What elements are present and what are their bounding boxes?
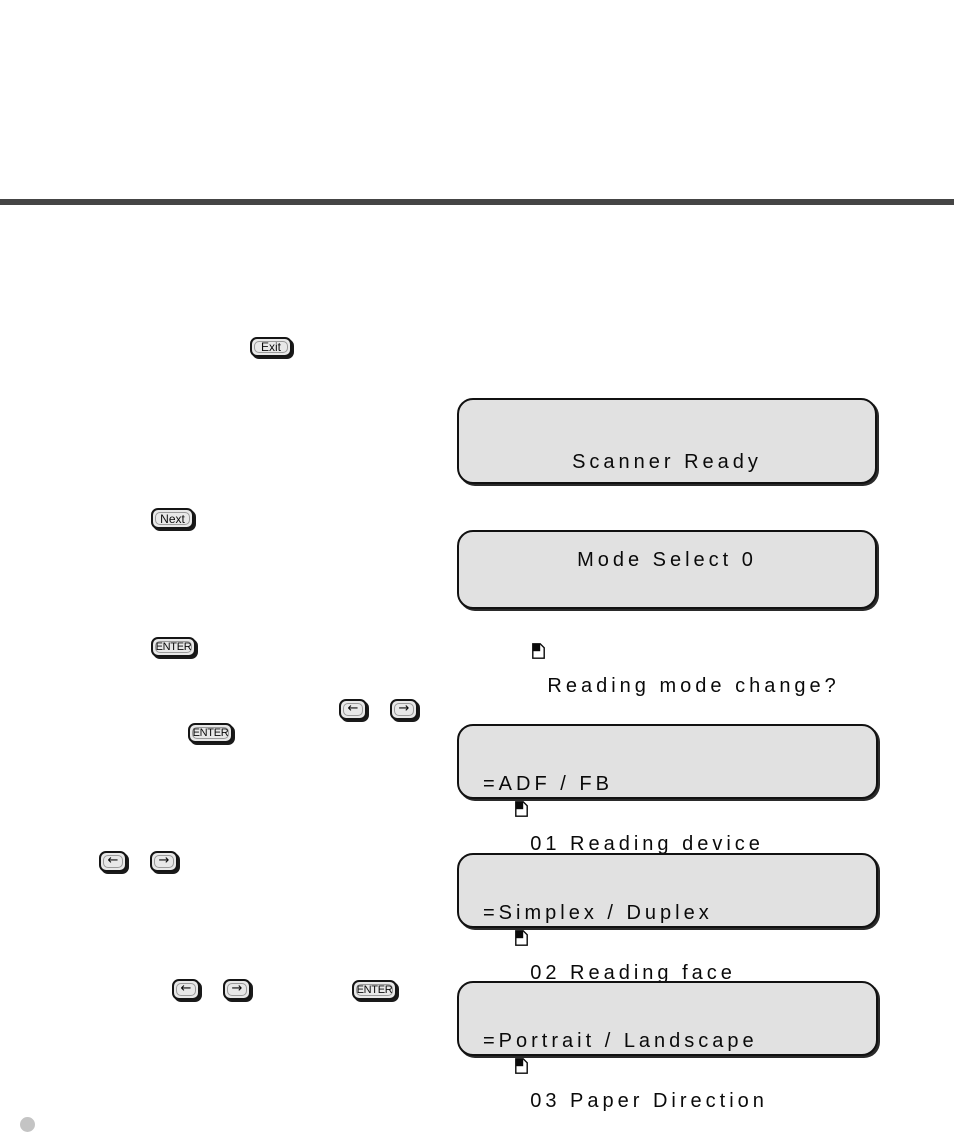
lcd-line-2: =Portrait / Landscape xyxy=(483,1030,758,1052)
lcd-panel-02-reading-face: 02 Reading face =Simplex / Duplex xyxy=(457,853,878,983)
lcd-line-1-text: 03 Paper Direction xyxy=(530,1090,768,1112)
lcd-line-1: 03 Paper Direction xyxy=(459,998,876,1131)
exit-key[interactable]: Exit xyxy=(250,337,292,357)
enter-key-label: ENTER xyxy=(192,726,229,739)
lcd-line-2: =Simplex / Duplex xyxy=(483,902,713,924)
lcd-line-1: Scanner Ready xyxy=(572,451,762,473)
lcd-line-2: Reading mode change? xyxy=(459,583,875,716)
arrow-left-icon: ← xyxy=(107,853,119,868)
lcd-line-2: =ADF / FB xyxy=(483,773,613,795)
enter-key[interactable]: ENTER xyxy=(188,723,233,743)
enter-key[interactable]: ENTER xyxy=(151,637,196,657)
arrow-left-key[interactable]: ← xyxy=(339,699,367,720)
document-page-icon xyxy=(532,603,546,659)
enter-key-label: ENTER xyxy=(356,983,393,996)
lcd-line-1-text: 01 Reading device xyxy=(530,833,764,855)
arrow-right-key[interactable]: → xyxy=(223,979,251,1000)
lcd-panel-01-reading-device: 01 Reading device =ADF / FB xyxy=(457,724,878,854)
exit-key-label: Exit xyxy=(260,340,281,354)
enter-key-label: ENTER xyxy=(155,640,192,653)
lcd-panel-mode-select: Mode Select 0 Reading mode change? xyxy=(457,530,877,696)
next-key[interactable]: Next xyxy=(151,508,194,529)
arrow-left-key[interactable]: ← xyxy=(99,851,127,872)
arrow-right-icon: → xyxy=(231,981,243,996)
arrow-left-key[interactable]: ← xyxy=(172,979,200,1000)
lcd-line-1: Mode Select 0 xyxy=(577,549,757,571)
lcd-line-2-text: Reading mode change? xyxy=(547,675,840,697)
next-key-label: Next xyxy=(160,511,185,526)
section-divider-rule xyxy=(0,199,954,205)
page-marker-dot xyxy=(20,1117,35,1132)
arrow-left-icon: ← xyxy=(180,981,192,996)
arrow-left-icon: ← xyxy=(347,701,359,716)
arrow-right-icon: → xyxy=(398,701,410,716)
lcd-panel-scanner-ready: Scanner Ready xyxy=(457,398,877,484)
arrow-right-key[interactable]: → xyxy=(150,851,178,872)
arrow-right-icon: → xyxy=(158,853,170,868)
lcd-panel-03-paper-direction: 03 Paper Direction =Portrait / Landscape xyxy=(457,981,878,1111)
arrow-right-key[interactable]: → xyxy=(390,699,418,720)
enter-key[interactable]: ENTER xyxy=(352,980,397,1000)
